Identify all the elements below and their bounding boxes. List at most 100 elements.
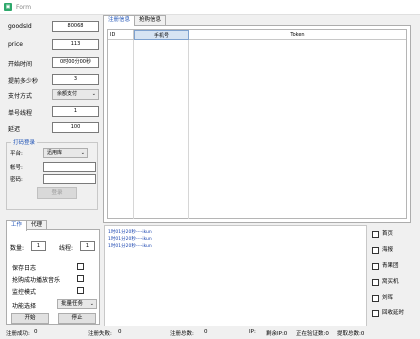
price-label: price xyxy=(8,41,23,48)
platform-select-value: 迅用库 xyxy=(47,150,63,156)
grid-column-phone xyxy=(134,40,189,219)
chevron-down-icon: ⌄ xyxy=(89,301,94,307)
param-row-advance-seconds: 提前多少秒 3 xyxy=(6,74,99,86)
register-info-panel: ID 手机号 Token xyxy=(103,25,411,223)
col-phone[interactable]: 手机号 xyxy=(134,30,189,40)
advance-seconds-input[interactable]: 3 xyxy=(52,74,99,85)
col-token[interactable]: Token xyxy=(189,30,406,40)
goodsid-input[interactable]: 80068 xyxy=(52,21,99,32)
captcha-login-group: 打码登录 平台: 迅用库 ⌄ 帐号: 密码: 登录 xyxy=(6,138,98,210)
reg-success-label: 注册成功: xyxy=(6,331,30,337)
param-row-price: price 113 xyxy=(6,39,99,51)
payment-label: 支付方式 xyxy=(8,93,33,100)
price-input[interactable]: 113 xyxy=(52,39,99,50)
advance-seconds-label: 提前多少秒 xyxy=(8,78,39,85)
poster-label: 海报 xyxy=(382,247,394,253)
start-button[interactable]: 开始 xyxy=(11,313,49,324)
log-line: 1时01分20秒----ikun xyxy=(108,236,152,242)
qingguotuan-label: 青果团 xyxy=(382,263,399,269)
work-panel: 数量: 1 线程: 1 保存日志 抢购成功播放音乐 监控模式 功能选择 批量任务… xyxy=(6,229,100,325)
tab-register-info[interactable]: 注册信息 xyxy=(103,15,136,26)
tab-purchase-info[interactable]: 抢购信息 xyxy=(134,15,167,25)
param-row-payment: 支付方式 余额支付 ⌄ xyxy=(6,89,99,101)
password-label: 密码: xyxy=(10,177,23,183)
log-message: ikun xyxy=(142,237,152,242)
log-time-rest: 01分20秒 xyxy=(115,244,136,249)
window-title: Form xyxy=(16,3,32,11)
check-poster[interactable]: 海报 xyxy=(372,246,418,256)
platform-select[interactable]: 迅用库 ⌄ xyxy=(43,148,88,158)
threads-input[interactable]: 1 xyxy=(80,241,95,251)
save-log-checkbox[interactable] xyxy=(77,263,84,270)
grid-header: ID 手机号 Token xyxy=(108,30,406,40)
poster-checkbox[interactable] xyxy=(372,247,379,254)
check-recycle-delay[interactable]: 回收延时 xyxy=(372,309,418,319)
payment-select[interactable]: 余额支付 ⌄ xyxy=(52,89,99,100)
log-message: ikun xyxy=(142,244,152,249)
account-input[interactable] xyxy=(43,162,96,172)
start-time-label: 开始时间 xyxy=(8,61,33,68)
qingguotuan-checkbox[interactable] xyxy=(372,263,379,270)
password-input[interactable] xyxy=(43,174,96,184)
log-time-rest: 01分20秒 xyxy=(115,237,136,242)
log-line: 1时01分20秒----ikun xyxy=(108,243,152,249)
wobuyji-checkbox[interactable] xyxy=(372,279,379,286)
reg-total-value: 0 xyxy=(204,329,208,335)
wobuyji-label: 窝买机 xyxy=(382,279,399,285)
log-message: ikun xyxy=(142,230,152,235)
chevron-down-icon: ⌄ xyxy=(80,150,85,156)
success-sound-checkbox[interactable] xyxy=(77,275,84,282)
app-icon: ▣ xyxy=(4,3,12,11)
liuhui-label: 刘晖 xyxy=(382,295,394,301)
grid-column-id xyxy=(108,40,134,219)
start-time-input[interactable]: 0时00分00秒 xyxy=(52,57,99,68)
recycle-delay-checkbox[interactable] xyxy=(372,310,379,317)
register-grid[interactable]: ID 手机号 Token xyxy=(107,29,407,219)
reg-fail-value: 0 xyxy=(118,329,122,335)
reg-success-value: 0 xyxy=(34,329,38,335)
quantity-label: 数量: xyxy=(10,245,25,252)
delay-input[interactable]: 100 xyxy=(52,122,99,133)
recycle-delay-label: 回收延时 xyxy=(382,310,405,316)
goodsid-label: goodsId xyxy=(8,23,32,30)
success-sound-label: 抢购成功播放音乐 xyxy=(12,277,61,284)
param-row-start-time: 开始时间 0时00分00秒 xyxy=(6,57,99,69)
monitor-mode-checkbox[interactable] xyxy=(77,287,84,294)
log-line: 1时01分20秒----ikun xyxy=(108,229,152,235)
check-liuhui[interactable]: 刘晖 xyxy=(372,294,418,304)
monitor-mode-label: 监控模式 xyxy=(12,289,37,296)
tab-work[interactable]: 工作 xyxy=(6,220,28,231)
home-checkbox[interactable] xyxy=(372,231,379,238)
reg-total-label: 注册总数: xyxy=(170,331,194,337)
function-select-value: 批量任务 xyxy=(61,301,84,307)
function-select-label: 功能选择 xyxy=(12,303,37,310)
login-button[interactable]: 登录 xyxy=(37,187,77,199)
param-row-goodsid: goodsId 80068 xyxy=(6,21,99,33)
verifying-count: 正在验证数:0 xyxy=(296,331,329,337)
function-select[interactable]: 批量任务 ⌄ xyxy=(57,299,97,309)
liuhui-checkbox[interactable] xyxy=(372,295,379,302)
threads-label: 线程: xyxy=(59,245,74,252)
title-bar: ▣ Form xyxy=(0,0,420,14)
reg-fail-label: 注册失败: xyxy=(88,331,112,337)
check-wobuyji[interactable]: 窝买机 xyxy=(372,278,418,288)
param-row-delay: 延迟 100 xyxy=(6,122,99,134)
log-time-rest: 01分20秒 xyxy=(115,230,136,235)
ip-label: IP: xyxy=(249,329,256,335)
remaining-ip: 剩余IP:0 xyxy=(266,331,288,337)
extract-total: 提取总数:0 xyxy=(337,331,365,337)
stop-button[interactable]: 停止 xyxy=(58,313,96,324)
check-home[interactable]: 首页 xyxy=(372,230,418,240)
param-row-order-threads: 单号线程 1 xyxy=(6,106,99,118)
order-threads-input[interactable]: 1 xyxy=(52,106,99,117)
home-label: 首页 xyxy=(382,231,394,237)
quantity-input[interactable]: 1 xyxy=(31,241,46,251)
main-client-area: goodsId 80068 price 113 开始时间 0时00分00秒 提前… xyxy=(0,14,420,339)
log-output[interactable]: 1时01分20秒----ikun 1时01分20秒----ikun 1时01分2… xyxy=(104,225,367,330)
order-threads-label: 单号线程 xyxy=(8,110,33,117)
check-qingguotuan[interactable]: 青果团 xyxy=(372,262,418,272)
top-tab-strip: 注册信息 抢购信息 xyxy=(103,15,167,26)
payment-select-value: 余额支付 xyxy=(57,91,78,97)
save-log-label: 保存日志 xyxy=(12,265,37,272)
col-id[interactable]: ID xyxy=(108,30,134,40)
